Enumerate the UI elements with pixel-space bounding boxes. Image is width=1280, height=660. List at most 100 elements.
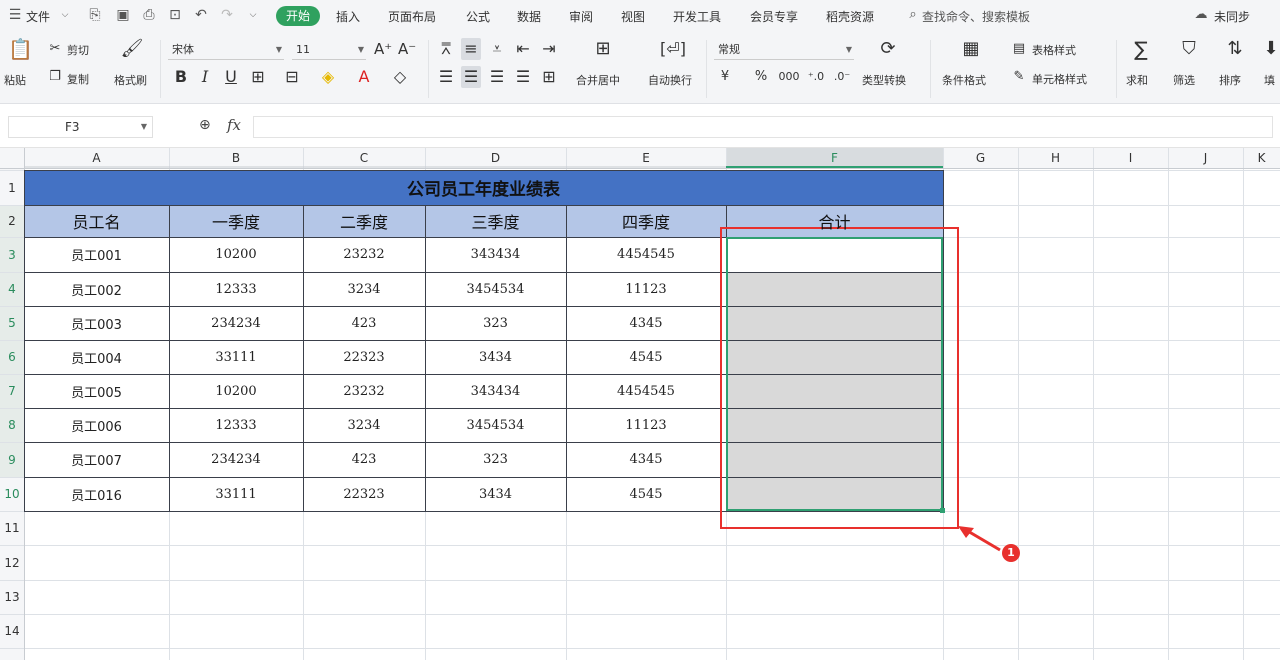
table-header-cell[interactable]: 三季度 xyxy=(425,205,566,237)
table-style-icon[interactable]: ▤ xyxy=(1010,38,1028,60)
total-cell[interactable] xyxy=(726,272,943,306)
menu-file[interactable]: 文件 xyxy=(26,8,50,25)
total-cell[interactable] xyxy=(726,306,943,340)
increase-font-icon[interactable]: A⁺ xyxy=(374,38,392,60)
indent-increase-icon[interactable]: ⇥ xyxy=(539,38,559,60)
fill-button[interactable]: 填 xyxy=(1264,72,1275,88)
row-header[interactable]: 9 xyxy=(0,442,24,477)
export-pdf-icon[interactable]: ▣ xyxy=(114,6,132,24)
align-top-icon[interactable]: ⩞ xyxy=(436,38,456,60)
cut-button[interactable]: 剪切 xyxy=(67,42,89,58)
clear-format-icon[interactable]: ◇ xyxy=(390,66,410,88)
wrap-text-button[interactable]: 自动换行 xyxy=(648,72,692,88)
tab-view[interactable]: 视图 xyxy=(621,8,645,25)
employee-name-cell[interactable]: 员工007 xyxy=(24,442,169,477)
tab-developer[interactable]: 开发工具 xyxy=(673,8,721,25)
quarter-value-cell[interactable]: 11123 xyxy=(566,408,726,442)
table-header-cell[interactable]: 二季度 xyxy=(303,205,425,237)
total-cell[interactable] xyxy=(726,374,943,408)
employee-name-cell[interactable]: 员工003 xyxy=(24,306,169,340)
spreadsheet-grid[interactable]: A B C D E F G H I J K 1 2 3 4 5 6 7 8 9 10 11 12 13 14 公司员工年度业绩表员… xyxy=(0,148,1280,660)
quarter-value-cell[interactable]: 33111 xyxy=(169,477,303,511)
quarter-value-cell[interactable]: 3434 xyxy=(425,340,566,374)
italic-icon[interactable]: I xyxy=(196,66,214,88)
quarter-value-cell[interactable]: 4345 xyxy=(566,306,726,340)
align-left-icon[interactable]: ☰ xyxy=(436,66,456,88)
table-header-cell[interactable]: 合计 xyxy=(726,205,943,237)
undo-icon[interactable]: ↶ xyxy=(192,6,210,24)
column-header[interactable]: E xyxy=(566,148,726,168)
print-preview-icon[interactable]: ⊡ xyxy=(166,6,184,24)
total-cell[interactable] xyxy=(726,442,943,477)
row-header[interactable]: 2 xyxy=(0,205,24,237)
fill-icon[interactable]: ⬇ xyxy=(1262,38,1280,60)
font-color-icon[interactable]: A xyxy=(354,66,374,88)
employee-name-cell[interactable]: 员工001 xyxy=(24,237,169,272)
quarter-value-cell[interactable]: 4545 xyxy=(566,340,726,374)
indent-decrease-icon[interactable]: ⇤ xyxy=(513,38,533,60)
wrap-text-icon[interactable]: [⏎] xyxy=(660,38,686,60)
cloud-sync-icon[interactable]: ☁ xyxy=(1192,6,1210,24)
quarter-value-cell[interactable]: 423 xyxy=(303,442,425,477)
fill-format-icon[interactable]: ⊟ xyxy=(282,66,302,88)
tab-formulas[interactable]: 公式 xyxy=(466,8,490,25)
fill-color-icon[interactable]: ◈ xyxy=(318,66,338,88)
employee-name-cell[interactable]: 员工005 xyxy=(24,374,169,408)
quarter-value-cell[interactable]: 22323 xyxy=(303,477,425,511)
tab-home[interactable]: 开始 xyxy=(276,6,320,26)
sort-icon[interactable]: ⇅ xyxy=(1222,38,1248,60)
quarter-value-cell[interactable]: 343434 xyxy=(425,374,566,408)
align-center-icon[interactable]: ☰ xyxy=(461,66,481,88)
quarter-value-cell[interactable]: 4454545 xyxy=(566,374,726,408)
format-painter-icon[interactable]: 🖌 xyxy=(120,38,144,60)
total-cell[interactable] xyxy=(726,477,943,511)
column-header[interactable]: G xyxy=(943,148,1018,168)
quick-access-more-icon[interactable]: ⌵ xyxy=(244,6,262,24)
row-header[interactable]: 7 xyxy=(0,374,24,408)
column-header[interactable]: F xyxy=(726,148,943,168)
font-size-select[interactable]: 11 ▼ xyxy=(292,40,366,60)
sort-button[interactable]: 排序 xyxy=(1219,72,1241,88)
align-bottom-icon[interactable]: ⩡ xyxy=(487,38,507,60)
quarter-value-cell[interactable]: 12333 xyxy=(169,408,303,442)
conditional-format-button[interactable]: 条件格式 xyxy=(942,72,986,88)
redo-icon[interactable]: ↷ xyxy=(218,6,236,24)
row-header[interactable]: 12 xyxy=(0,545,24,580)
print-icon[interactable]: ⎙ xyxy=(140,6,158,24)
distributed-align-icon[interactable]: ⊞ xyxy=(539,66,559,88)
sum-button[interactable]: 求和 xyxy=(1126,72,1148,88)
filter-icon[interactable]: ⛉ xyxy=(1176,38,1202,60)
row-header[interactable]: 13 xyxy=(0,580,24,614)
row-header[interactable]: 8 xyxy=(0,408,24,442)
copy-icon[interactable]: ❐ xyxy=(46,66,64,88)
decrease-decimal-icon[interactable]: .0⁻ xyxy=(832,66,852,88)
row-header[interactable]: 4 xyxy=(0,272,24,306)
increase-decimal-icon[interactable]: ⁺.0 xyxy=(806,66,826,88)
zoom-icon[interactable]: ⊕ xyxy=(199,117,211,133)
row-header[interactable]: 11 xyxy=(0,511,24,545)
quarter-value-cell[interactable]: 3454534 xyxy=(425,408,566,442)
quarter-value-cell[interactable]: 3234 xyxy=(303,408,425,442)
currency-icon[interactable]: ¥ xyxy=(716,66,734,88)
font-name-select[interactable]: 宋体 ▼ xyxy=(168,40,284,60)
quarter-value-cell[interactable]: 323 xyxy=(425,442,566,477)
employee-name-cell[interactable]: 员工016 xyxy=(24,477,169,511)
column-header[interactable]: A xyxy=(24,148,169,168)
row-header[interactable]: 1 xyxy=(0,170,24,205)
paste-icon[interactable]: 📋 xyxy=(8,38,33,60)
name-box[interactable]: F3 ▼ xyxy=(8,116,153,138)
underline-icon[interactable]: U xyxy=(222,66,240,88)
quarter-value-cell[interactable]: 3454534 xyxy=(425,272,566,306)
quarter-value-cell[interactable]: 22323 xyxy=(303,340,425,374)
sum-icon[interactable]: ∑ xyxy=(1128,38,1154,60)
tab-data[interactable]: 数据 xyxy=(517,8,541,25)
align-middle-icon[interactable]: ≡ xyxy=(461,38,481,60)
quarter-value-cell[interactable]: 234234 xyxy=(169,306,303,340)
quarter-value-cell[interactable]: 33111 xyxy=(169,340,303,374)
bold-icon[interactable]: B xyxy=(172,66,190,88)
table-style-button[interactable]: 表格样式 xyxy=(1032,42,1076,58)
quarter-value-cell[interactable]: 12333 xyxy=(169,272,303,306)
quarter-value-cell[interactable]: 4545 xyxy=(566,477,726,511)
tab-docer[interactable]: 稻壳资源 xyxy=(826,8,874,25)
column-header[interactable]: D xyxy=(425,148,566,168)
